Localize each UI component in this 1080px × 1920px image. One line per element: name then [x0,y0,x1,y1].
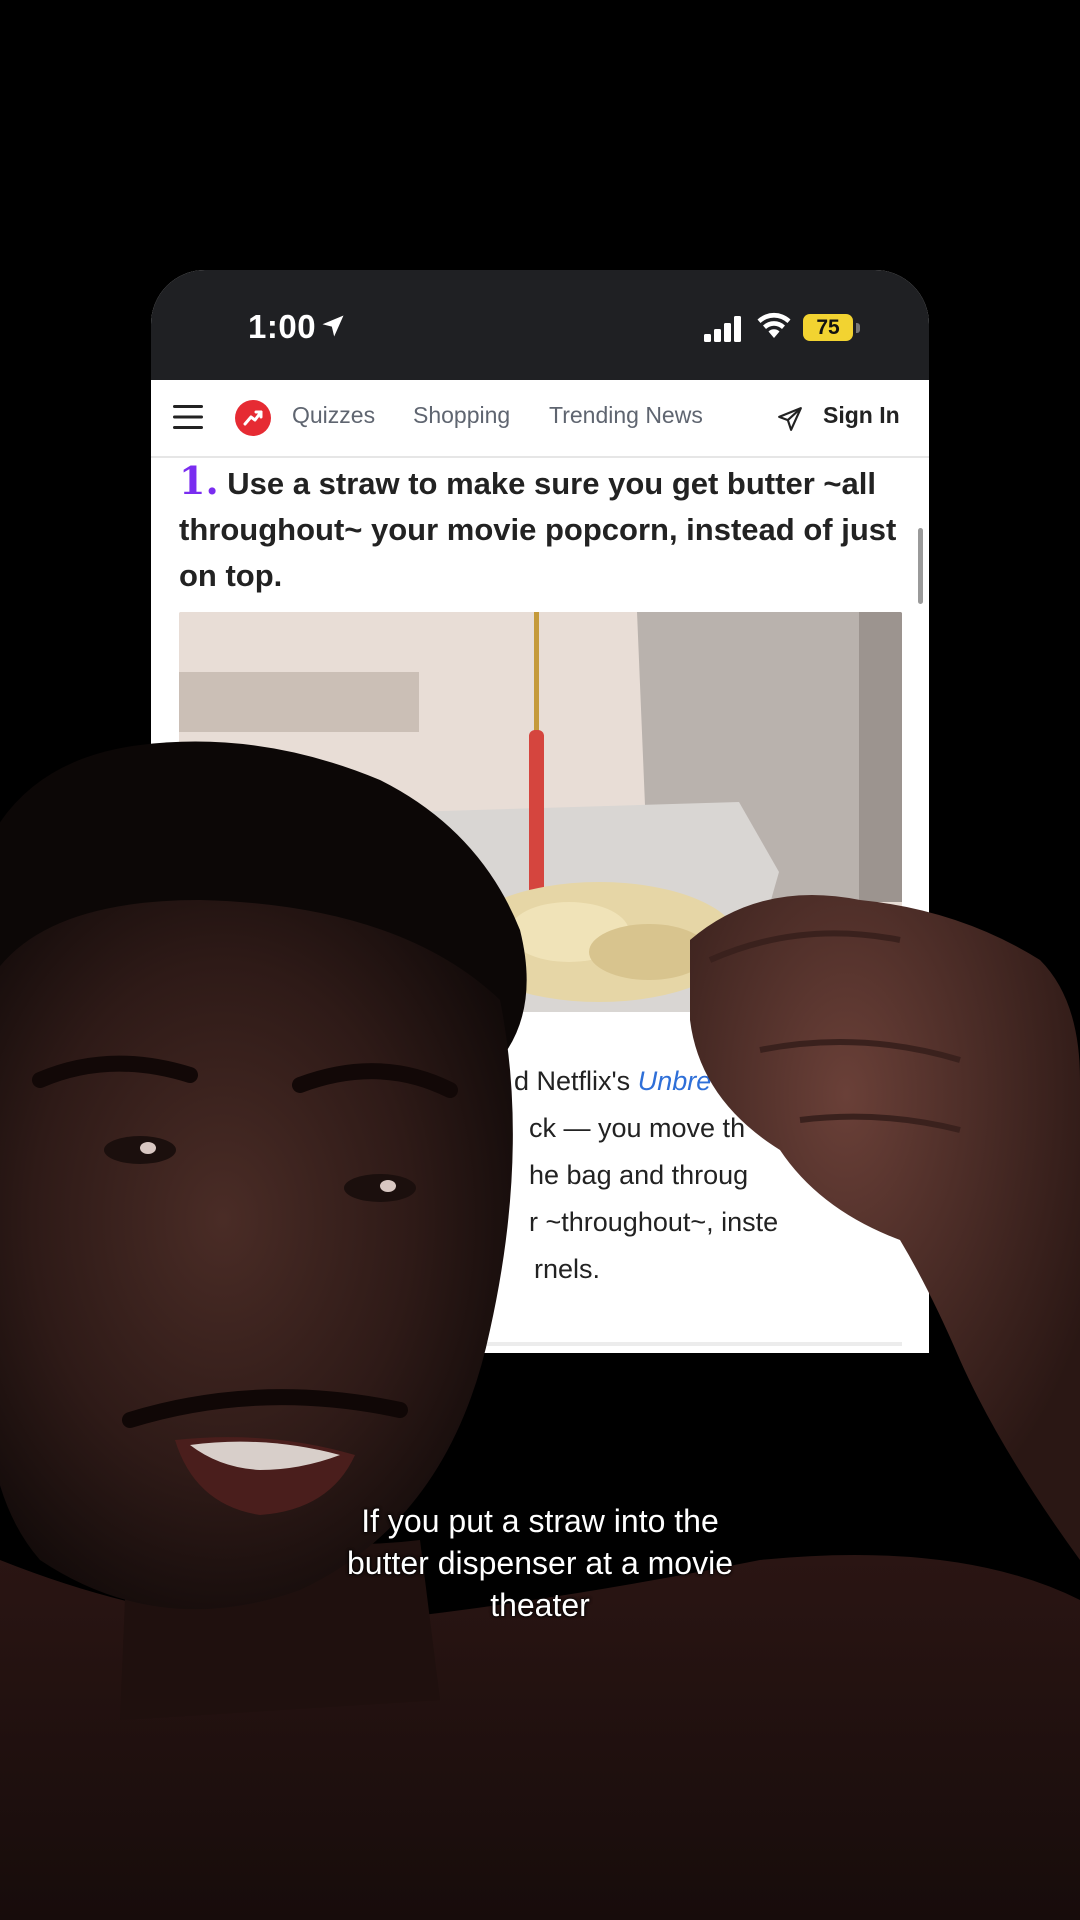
item-heading-text: Use a straw to make sure you get butter … [179,466,897,593]
body-line: ck — you move th [529,1113,746,1143]
body-line: d Netflix's Unbre [514,1066,712,1096]
nav-link-trending-news[interactable]: Trending News [549,402,703,429]
caption-line: theater [490,1587,590,1623]
battery-nub [856,323,860,333]
site-nav-bar: Quizzes Shopping Trending News Sign In [151,380,929,458]
status-bar: 1:00 75 [151,270,929,380]
menu-icon[interactable] [173,404,203,430]
send-icon[interactable] [777,406,803,432]
article-item-heading: 1. Use a straw to make sure you get butt… [179,458,899,599]
sign-in-link[interactable]: Sign In [823,402,900,429]
video-frame: 1:00 75 Quizzes Shopping Trending News S… [0,0,1080,1920]
phone-screenshot: 1:00 75 Quizzes Shopping Trending News S… [151,270,929,1353]
body-line: rnels. [534,1254,601,1284]
item-number: 1. [179,458,219,503]
wifi-icon [757,312,791,338]
nav-link-shopping[interactable]: Shopping [413,402,510,429]
signal-icon [704,316,741,342]
location-arrow-icon [322,315,344,337]
status-time: 1:00 [248,308,317,345]
nav-link-quizzes[interactable]: Quizzes [292,402,375,429]
article-body-text: d Netflix's Unbre ck — you move th he ba… [179,1058,899,1293]
trending-logo-icon[interactable] [235,400,271,436]
body-line: he bag and throug [529,1160,749,1190]
caption-line: butter dispenser at a movie [347,1545,733,1581]
video-caption: If you put a straw into the butter dispe… [240,1500,840,1626]
unbreakable-link[interactable]: Unbre [638,1066,712,1096]
trending-arrow-icon [243,410,263,426]
caption-line: If you put a straw into the [361,1503,719,1539]
body-line: r ~throughout~, inste [529,1207,779,1237]
battery-icon: 75 [803,314,853,341]
popcorn-photo [179,612,902,1012]
card-divider [179,1342,902,1346]
article-image-popcorn [179,612,902,1012]
scrollbar[interactable] [918,528,923,604]
